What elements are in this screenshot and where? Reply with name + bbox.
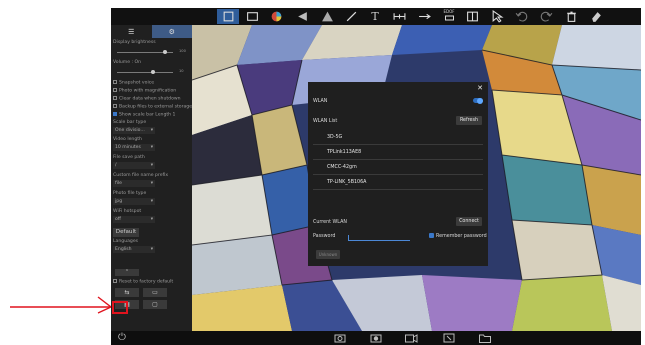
volume-label: Volume : On bbox=[113, 60, 142, 65]
callout-highlight-box bbox=[112, 301, 128, 314]
camera-icon[interactable] bbox=[333, 332, 347, 344]
network-item[interactable]: TPLink113AE8 bbox=[327, 150, 361, 155]
languages-label: Languages bbox=[113, 239, 139, 244]
snapshot-voice-checkbox[interactable]: Snapshot voice bbox=[113, 80, 154, 86]
cursor-icon[interactable] bbox=[489, 9, 505, 24]
video-length-label: Video length bbox=[113, 137, 142, 142]
unknown-button[interactable]: Unknown bbox=[316, 250, 340, 259]
scale-bar-type-select[interactable]: One divisio... ▾ bbox=[113, 127, 155, 134]
timelapse-icon[interactable] bbox=[442, 332, 456, 344]
select-tool-icon[interactable] bbox=[217, 9, 239, 24]
pen-icon[interactable] bbox=[343, 9, 359, 24]
custom-prefix-label: Custom file name prefix bbox=[113, 173, 169, 178]
photo-file-type-select[interactable]: jpg ▾ bbox=[113, 198, 155, 205]
default-button[interactable]: Default bbox=[113, 228, 139, 237]
wifi-hotspot-select[interactable]: off ▾ bbox=[113, 216, 155, 223]
top-toolbar: T EDOF bbox=[111, 8, 641, 25]
network-icon: ⇆ bbox=[124, 289, 130, 296]
color-wheel-icon[interactable] bbox=[268, 9, 284, 24]
scale-bar-type-label: Scale bar type bbox=[113, 120, 147, 125]
callout-arrow bbox=[10, 296, 113, 314]
photo-magnification-checkbox[interactable]: Photo with magnification bbox=[113, 88, 176, 94]
password-label: Password bbox=[313, 234, 336, 239]
divider bbox=[313, 144, 483, 145]
redo-icon[interactable] bbox=[538, 9, 554, 24]
connect-button[interactable]: Connect bbox=[456, 217, 482, 226]
video-record-icon[interactable] bbox=[404, 332, 418, 344]
divider bbox=[313, 174, 483, 175]
gallery-folder-icon[interactable] bbox=[478, 332, 492, 344]
wifi-settings-button[interactable]: ⇆ bbox=[115, 288, 139, 297]
trash-icon[interactable] bbox=[563, 9, 579, 24]
backup-files-checkbox[interactable]: Backup files to external storage bbox=[113, 104, 192, 110]
rectangle-icon[interactable] bbox=[244, 9, 260, 24]
wlan-toggle[interactable] bbox=[473, 97, 483, 104]
shape-icon[interactable] bbox=[294, 9, 310, 24]
edof-icon[interactable]: EDOF bbox=[440, 9, 458, 24]
triangle-icon[interactable] bbox=[319, 9, 335, 24]
monitor-icon: ▭ bbox=[152, 289, 158, 296]
languages-select[interactable]: English ▾ bbox=[113, 246, 155, 253]
message-settings-button[interactable]: ▢ bbox=[143, 300, 167, 309]
wifi-hotspot-label: WiFi hotspot bbox=[113, 209, 142, 214]
divider bbox=[313, 159, 483, 160]
network-item[interactable]: 3D-5G bbox=[327, 135, 342, 140]
snapshot-icon[interactable] bbox=[369, 332, 383, 344]
video-length-select[interactable]: 10 minutes ▾ bbox=[113, 144, 155, 151]
show-scale-checkbox[interactable]: Show scale bar Length 1 bbox=[113, 112, 175, 118]
network-item[interactable]: TP-LINK_5B106A bbox=[327, 180, 366, 185]
file-save-path-label: File save path bbox=[113, 155, 145, 160]
sliders-icon: ☰ bbox=[128, 27, 135, 36]
remember-password-label: Remember password bbox=[436, 234, 487, 239]
chat-icon: ▢ bbox=[152, 301, 158, 308]
compare-icon[interactable] bbox=[464, 9, 480, 24]
measure-icon[interactable] bbox=[391, 9, 407, 24]
undo-icon[interactable] bbox=[513, 9, 529, 24]
brightness-slider[interactable] bbox=[117, 50, 173, 54]
divider bbox=[313, 189, 483, 190]
network-item[interactable]: CMCC-42gm bbox=[327, 165, 357, 170]
gear-icon: ⚙ bbox=[168, 27, 175, 36]
clear-data-checkbox[interactable]: Clear data when shutdown bbox=[113, 96, 181, 102]
close-icon[interactable]: ✕ bbox=[477, 84, 483, 92]
wlan-dialog: ✕ WLAN WLAN List Refresh 3D-5G TPLink113… bbox=[308, 82, 488, 266]
volume-slider[interactable] bbox=[117, 70, 173, 74]
text-icon[interactable]: T bbox=[367, 9, 383, 24]
eraser-icon[interactable] bbox=[588, 9, 604, 24]
reset-factory-checkbox[interactable]: Reset to factory default bbox=[113, 279, 173, 285]
remember-password-checkbox[interactable] bbox=[429, 233, 434, 238]
custom-prefix-input[interactable]: file ▾ bbox=[113, 180, 155, 187]
file-save-path-select[interactable]: / ▾ bbox=[113, 162, 155, 169]
wlan-list-label: WLAN List bbox=[313, 119, 338, 124]
current-wlan-label: Current WLAN bbox=[313, 220, 347, 225]
volume-value: 10 bbox=[179, 69, 184, 73]
refresh-button[interactable]: Refresh bbox=[456, 116, 482, 125]
chevron-up-icon: ⌃ bbox=[124, 269, 130, 275]
photo-file-type-label: Photo file type bbox=[113, 191, 147, 196]
tab-adjust[interactable]: ☰ bbox=[111, 25, 152, 38]
password-field[interactable] bbox=[348, 235, 410, 241]
collapse-button[interactable]: ⌃ bbox=[115, 269, 139, 276]
settings-sidebar: ☰ ⚙ Display brightness 100 Volume : On 1… bbox=[111, 25, 192, 331]
display-settings-button[interactable]: ▭ bbox=[143, 288, 167, 297]
wlan-label: WLAN bbox=[313, 99, 328, 104]
distance-icon[interactable] bbox=[416, 9, 432, 24]
brightness-value: 100 bbox=[179, 49, 186, 53]
tab-settings[interactable]: ⚙ bbox=[151, 25, 192, 38]
power-icon[interactable]: ⏻ bbox=[115, 332, 129, 344]
display-brightness-label: Display brightness bbox=[113, 40, 156, 45]
bottom-toolbar: ⏻ bbox=[111, 331, 641, 345]
